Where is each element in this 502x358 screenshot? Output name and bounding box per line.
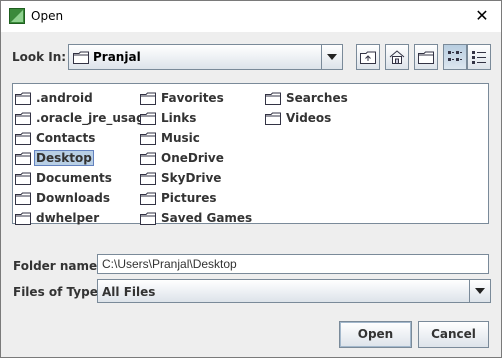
file-item-label: Pictures [161,191,217,205]
file-item[interactable]: Videos [265,108,350,128]
folder-icon [15,192,31,205]
file-item-label: Videos [286,111,332,125]
folder-icon [15,212,31,225]
files-of-type-label: Files of Type: [13,285,103,299]
new-folder-icon [418,51,434,64]
look-in-combo[interactable]: Pranjal [68,44,343,70]
file-item[interactable]: Downloads [15,188,155,208]
list-view-button[interactable] [443,44,467,70]
folder-icon [73,51,89,64]
file-list[interactable]: .android .oracle_jre_usage Contacts Desktop… [12,83,489,225]
folder-icon [265,112,281,125]
file-item[interactable]: Links [140,108,254,128]
look-in-value: Pranjal [93,50,141,64]
file-item[interactable]: .oracle_jre_usage [15,108,155,128]
home-icon [389,50,405,64]
look-in-label: Look In: [12,50,67,64]
list-view-icon [448,51,462,61]
folder-icon [15,132,31,145]
file-item[interactable]: Desktop [15,148,155,168]
file-item[interactable]: Music [140,128,254,148]
file-item[interactable]: Favorites [140,88,254,108]
folder-icon [140,152,156,165]
title-bar: Open ✕ [1,1,501,32]
files-of-type-combo[interactable]: All Files [97,279,491,303]
new-folder-button[interactable] [414,44,438,70]
file-item-label: SkyDrive [161,171,222,185]
folder-icon [265,92,281,105]
files-of-type-dropdown-button[interactable] [469,280,490,302]
folder-name-label: Folder name: [13,259,102,273]
folder-icon [15,172,31,185]
chevron-down-icon [327,54,337,60]
home-button[interactable] [385,44,409,70]
folder-name-input[interactable] [97,254,489,274]
folder-icon [15,92,31,105]
folder-icon [15,152,31,165]
file-item-label: .oracle_jre_usage [36,111,153,125]
chevron-down-icon [475,288,485,294]
file-item[interactable]: SkyDrive [140,168,254,188]
folder-icon [140,112,156,125]
file-item-label: Downloads [36,191,111,205]
folder-icon [140,132,156,145]
look-in-dropdown-button[interactable] [321,45,342,69]
up-folder-icon [360,51,376,64]
open-button[interactable]: Open [339,321,412,348]
folder-icon [140,192,156,205]
file-item-label: Links [161,111,197,125]
java-app-icon [9,8,25,24]
folder-icon [140,212,156,225]
file-item-label: Searches [286,91,348,105]
up-one-level-button[interactable] [356,44,380,70]
file-item[interactable]: .android [15,88,155,108]
folder-icon [140,92,156,105]
file-item-label: Contacts [36,131,96,145]
file-item-label: Favorites [161,91,224,105]
file-item-label: Saved Games [161,211,253,225]
file-item-label: OneDrive [161,151,224,165]
folder-icon [15,112,31,125]
window-title: Open [31,9,64,23]
folder-icon [140,172,156,185]
file-item[interactable]: Pictures [140,188,254,208]
file-item-label: Music [161,131,200,145]
file-item[interactable]: Documents [15,168,155,188]
file-item[interactable]: Contacts [15,128,155,148]
file-item[interactable]: Searches [265,88,350,108]
cancel-button[interactable]: Cancel [418,321,489,348]
file-item[interactable]: OneDrive [140,148,254,168]
file-item-label: .android [36,91,93,105]
details-view-icon [472,51,486,64]
file-item[interactable]: dwhelper [15,208,155,228]
file-item[interactable]: Saved Games [140,208,254,228]
open-dialog: Open ✕ Look In: Pranjal .android .oracle… [0,0,502,358]
file-item-label: Desktop [34,150,94,166]
file-item-label: Documents [36,171,112,185]
close-button[interactable]: ✕ [471,6,493,26]
files-of-type-value: All Files [102,285,156,299]
file-item-label: dwhelper [36,211,100,225]
details-view-button[interactable] [467,44,491,70]
